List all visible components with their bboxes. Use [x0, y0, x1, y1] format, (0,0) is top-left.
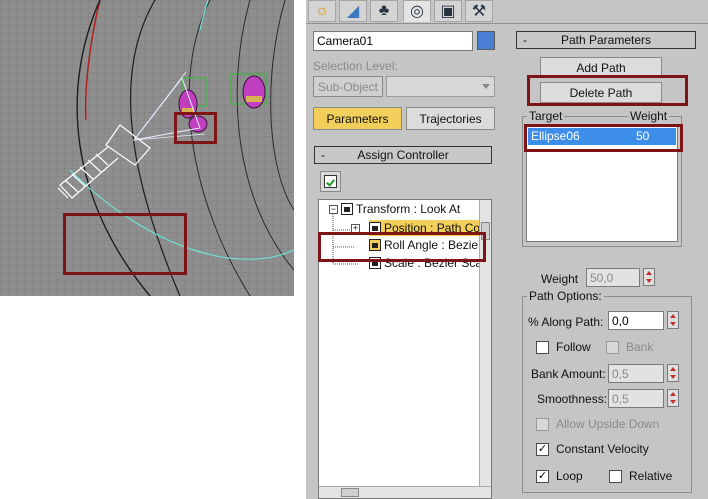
assign-controller-title: Assign Controller: [357, 148, 449, 162]
viewport-scene: [0, 0, 294, 296]
car-model-1: [242, 75, 266, 109]
collapse-icon: -: [321, 148, 325, 162]
tree-item-label: Roll Angle : Bezie: [384, 238, 479, 252]
along-path-label: % Along Path:: [528, 315, 604, 329]
smoothness-spinner[interactable]: [667, 389, 679, 407]
smoothness-field[interactable]: 0,5: [608, 389, 664, 408]
bank-amount-field[interactable]: 0,5: [608, 364, 664, 383]
horizontal-scroll-thumb[interactable]: [341, 488, 359, 497]
bank-amount-label: Bank Amount:: [531, 367, 606, 381]
follow-checkbox[interactable]: [536, 341, 549, 354]
path-parameters-header[interactable]: - Path Parameters: [516, 31, 696, 49]
motion-right-column: - Path Parameters Add Path Delete Path T…: [513, 24, 708, 499]
sub-object-button[interactable]: Sub-Object: [313, 76, 383, 97]
constant-velocity-checkbox[interactable]: ✓: [536, 443, 549, 456]
motion-icon: ◎: [410, 3, 424, 20]
target-list[interactable]: Ellipse06 50: [526, 125, 678, 242]
tree-horizontal-scrollbar[interactable]: [319, 486, 491, 498]
allow-upside-down-checkbox[interactable]: [536, 418, 549, 431]
motion-left-column: Camera01 Selection Level: Sub-Object Par…: [306, 24, 502, 499]
follow-label: Follow: [556, 340, 591, 354]
curve-icon: [369, 239, 381, 251]
viewport-grid: [0, 0, 294, 296]
weight-field[interactable]: 50,0: [586, 268, 640, 287]
tree-item-transform[interactable]: − Transform : Look At: [329, 202, 460, 216]
tree-item-label: Position : Path Co: [384, 221, 481, 235]
constant-velocity-label: Constant Velocity: [556, 442, 649, 456]
lock-icon: [341, 203, 353, 215]
relative-checkbox[interactable]: [609, 470, 622, 483]
create-tab[interactable]: ☼: [308, 0, 336, 22]
motion-tab[interactable]: ◎: [403, 0, 431, 22]
checkmark-icon: ✓: [537, 470, 548, 482]
parameters-button[interactable]: Parameters: [313, 107, 402, 130]
relative-label: Relative: [629, 469, 673, 483]
path-parameters-rollout: - Path Parameters Add Path Delete Path T…: [516, 31, 696, 496]
object-name-field[interactable]: Camera01: [313, 31, 473, 51]
command-panel: ☼ ◢ ♣ ◎ ▣ ⚒ Camera01 Selection Level: Su…: [306, 0, 708, 499]
bank-label: Bank: [626, 340, 654, 354]
add-path-button[interactable]: Add Path: [540, 57, 662, 78]
collapse-node-icon: −: [329, 203, 338, 214]
chevron-down-icon: [482, 84, 490, 89]
target-column-label: Target: [527, 109, 565, 123]
tree-item-label: Transform : Look At: [356, 202, 461, 216]
assign-controller-button[interactable]: [320, 171, 341, 192]
path-parameters-title: Path Parameters: [560, 33, 652, 47]
collapse-icon: -: [523, 33, 527, 47]
smoothness-label: Smoothness:: [537, 392, 608, 406]
sub-object-dropdown[interactable]: [386, 76, 495, 97]
target-name: Ellipse06: [531, 129, 580, 143]
weight-column-label: Weight: [628, 109, 670, 123]
assign-controller-rollout: - Assign Controller − Transform : Look A…: [314, 146, 492, 499]
target-list-row[interactable]: Ellipse06 50: [528, 128, 676, 145]
assign-controller-header[interactable]: - Assign Controller: [314, 146, 492, 164]
controller-tree[interactable]: − Transform : Look At Position : Path Co…: [318, 199, 492, 499]
hierarchy-icon: ♣: [378, 2, 390, 19]
tree-item-scale[interactable]: Scale : Bezier Sca: [369, 256, 489, 270]
bank-checkbox[interactable]: [606, 341, 619, 354]
vertical-scroll-thumb[interactable]: [481, 222, 490, 240]
along-path-spinner[interactable]: [667, 311, 679, 329]
loop-label: Loop: [556, 469, 583, 483]
scale-icon: [369, 257, 381, 269]
target-weight: 50: [636, 129, 650, 143]
allow-upside-down-label: Allow Upside Down: [556, 417, 660, 431]
modify-tab[interactable]: ◢: [339, 0, 367, 22]
tree-vertical-scrollbar[interactable]: [479, 200, 491, 488]
command-panel-tabs: ☼ ◢ ♣ ◎ ▣ ⚒: [306, 0, 708, 24]
hammer-icon: ⚒: [471, 3, 487, 20]
tree-item-label: Scale : Bezier Sca: [384, 256, 483, 270]
display-icon: ▣: [440, 3, 456, 20]
expand-node-icon[interactable]: +: [351, 224, 360, 233]
assign-controller-icon: [324, 175, 337, 188]
lock-icon: [369, 222, 381, 234]
hierarchy-tab[interactable]: ♣: [370, 0, 398, 22]
sun-icon: ☼: [314, 2, 330, 19]
path-options-title: Path Options:: [527, 289, 604, 303]
selection-level-label: Selection Level:: [313, 59, 398, 73]
trajectories-button[interactable]: Trajectories: [406, 107, 495, 130]
tree-item-position[interactable]: Position : Path Co: [369, 220, 489, 236]
weight-spinner[interactable]: [643, 268, 655, 286]
utilities-tab[interactable]: ⚒: [465, 0, 493, 22]
tree-item-roll-angle[interactable]: Roll Angle : Bezie: [369, 238, 489, 252]
along-path-field[interactable]: 0,0: [608, 311, 664, 330]
green-check-icon: [326, 177, 335, 187]
delete-path-button[interactable]: Delete Path: [540, 82, 662, 103]
bank-amount-spinner[interactable]: [667, 364, 679, 382]
perspective-viewport[interactable]: [0, 0, 294, 296]
display-tab[interactable]: ▣: [434, 0, 462, 22]
object-color-swatch[interactable]: [477, 31, 495, 50]
modify-icon: ◢: [346, 3, 360, 20]
checkmark-icon: ✓: [537, 443, 548, 455]
weight-label: Weight: [541, 272, 579, 286]
loop-checkbox[interactable]: ✓: [536, 470, 549, 483]
